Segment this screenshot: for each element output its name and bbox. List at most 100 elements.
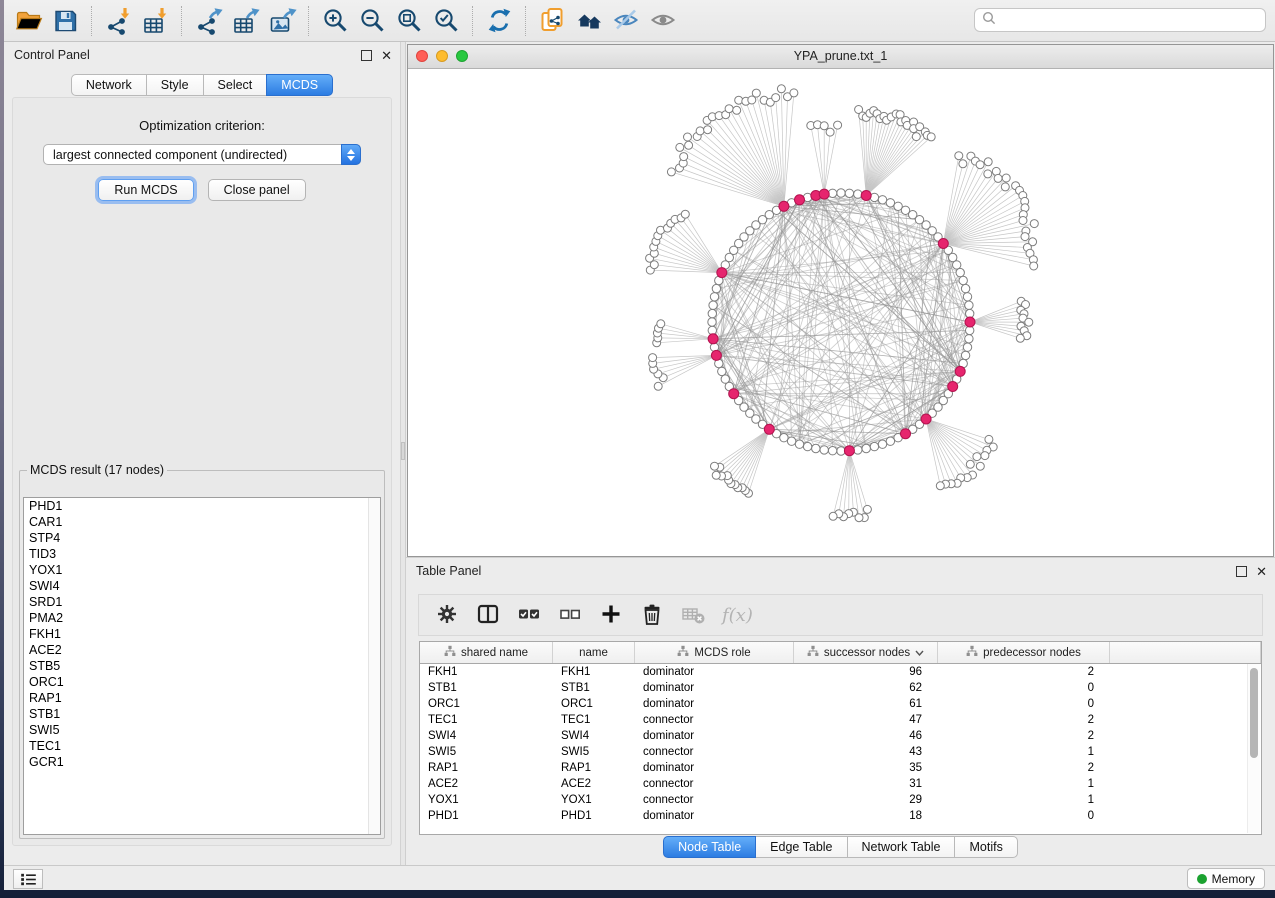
cell-mcds-role[interactable]: dominator [635,808,794,824]
table-row[interactable]: PHD1PHD1dominator180 [420,808,1261,824]
column-header-mcds-role[interactable]: MCDS role [635,642,794,663]
cell-name[interactable]: TEC1 [553,712,635,728]
mcds-result-item[interactable]: FKH1 [24,626,380,642]
column-header-predecessor-nodes[interactable]: predecessor nodes [938,642,1110,663]
show-columns-button[interactable] [476,602,500,629]
close-panel-icon[interactable]: ✕ [381,51,392,60]
tab-edge-table[interactable]: Edge Table [755,836,847,858]
open-file-button[interactable] [10,4,47,38]
cell-successor-nodes[interactable]: 18 [794,808,938,824]
cell-mcds-role[interactable]: dominator [635,664,794,680]
cell-predecessor-nodes[interactable]: 1 [938,776,1110,792]
create-column-button[interactable] [599,602,623,629]
column-header-name[interactable]: name [553,642,635,663]
float-panel-icon[interactable] [361,50,372,61]
export-network-button[interactable] [190,4,227,38]
clone-network-button[interactable] [534,4,571,38]
splitter-grip[interactable] [401,442,405,460]
cell-successor-nodes[interactable]: 96 [794,664,938,680]
mcds-result-item[interactable]: GCR1 [24,754,380,770]
delete-columns-button[interactable] [640,602,664,629]
table-row[interactable]: TEC1TEC1connector472 [420,712,1261,728]
mcds-result-item[interactable]: STB5 [24,658,380,674]
mcds-result-item[interactable]: RAP1 [24,690,380,706]
cell-successor-nodes[interactable]: 31 [794,776,938,792]
mcds-result-item[interactable]: ACE2 [24,642,380,658]
column-header-successor-nodes[interactable]: successor nodes [794,642,938,663]
cell-predecessor-nodes[interactable]: 2 [938,712,1110,728]
cell-successor-nodes[interactable]: 29 [794,792,938,808]
mcds-result-item[interactable]: STB1 [24,706,380,722]
cell-predecessor-nodes[interactable]: 2 [938,760,1110,776]
search-input[interactable] [996,10,1265,30]
cell-name[interactable]: YOX1 [553,792,635,808]
table-settings-button[interactable] [435,602,459,629]
table-row[interactable]: FKH1FKH1dominator962 [420,664,1261,680]
zoom-fit-button[interactable] [391,4,428,38]
criterion-select[interactable]: largest connected component (undirected) [43,144,361,165]
cell-shared-name[interactable]: RAP1 [420,760,553,776]
cell-mcds-role[interactable]: dominator [635,696,794,712]
mcds-result-item[interactable]: SWI5 [24,722,380,738]
tab-mcds[interactable]: MCDS [266,74,333,96]
cell-mcds-role[interactable]: connector [635,744,794,760]
cell-predecessor-nodes[interactable]: 0 [938,696,1110,712]
tab-motifs[interactable]: Motifs [954,836,1017,858]
cell-shared-name[interactable]: FKH1 [420,664,553,680]
export-table-button[interactable] [227,4,264,38]
memory-button[interactable]: Memory [1187,868,1265,889]
cell-successor-nodes[interactable]: 43 [794,744,938,760]
column-header-shared-name[interactable]: shared name [420,642,553,663]
run-mcds-button[interactable]: Run MCDS [98,179,193,201]
show-all-button[interactable] [645,4,682,38]
cell-mcds-role[interactable]: connector [635,776,794,792]
cell-shared-name[interactable]: SWI4 [420,728,553,744]
cell-name[interactable]: PHD1 [553,808,635,824]
table-row[interactable]: RAP1RAP1dominator352 [420,760,1261,776]
mcds-result-item[interactable]: TID3 [24,546,380,562]
mcds-result-item[interactable]: PHD1 [24,498,380,514]
table-row[interactable]: STB1STB1dominator620 [420,680,1261,696]
export-image-button[interactable] [264,4,301,38]
cell-name[interactable]: ORC1 [553,696,635,712]
cell-predecessor-nodes[interactable]: 2 [938,664,1110,680]
mcds-result-item[interactable]: STP4 [24,530,380,546]
tab-node-table[interactable]: Node Table [663,836,756,858]
cell-shared-name[interactable]: ACE2 [420,776,553,792]
cell-shared-name[interactable]: SWI5 [420,744,553,760]
cell-name[interactable]: RAP1 [553,760,635,776]
cell-mcds-role[interactable]: dominator [635,760,794,776]
tab-select[interactable]: Select [203,74,268,96]
table-row[interactable]: ACE2ACE2connector311 [420,776,1261,792]
mcds-result-item[interactable]: SRD1 [24,594,380,610]
table-row[interactable]: SWI5SWI5connector431 [420,744,1261,760]
first-neighbors-button[interactable] [571,4,608,38]
mcds-result-item[interactable]: CAR1 [24,514,380,530]
table-scrollbar-thumb[interactable] [1250,668,1258,758]
tab-network[interactable]: Network [71,74,147,96]
cell-successor-nodes[interactable]: 35 [794,760,938,776]
cell-mcds-role[interactable]: connector [635,792,794,808]
cell-predecessor-nodes[interactable]: 0 [938,680,1110,696]
float-table-panel-icon[interactable] [1236,566,1247,577]
cell-name[interactable]: SWI5 [553,744,635,760]
close-table-panel-icon[interactable]: ✕ [1256,567,1267,576]
cell-mcds-role[interactable]: dominator [635,728,794,744]
deselect-all-rows-button[interactable] [558,602,582,629]
task-history-button[interactable] [13,869,43,889]
save-session-button[interactable] [47,4,84,38]
cell-shared-name[interactable]: YOX1 [420,792,553,808]
mcds-result-item[interactable]: TEC1 [24,738,380,754]
cell-shared-name[interactable]: STB1 [420,680,553,696]
mcds-result-item[interactable]: ORC1 [24,674,380,690]
cell-predecessor-nodes[interactable]: 1 [938,744,1110,760]
select-all-rows-button[interactable] [517,602,541,629]
cell-predecessor-nodes[interactable]: 0 [938,808,1110,824]
cell-shared-name[interactable]: PHD1 [420,808,553,824]
cell-shared-name[interactable]: ORC1 [420,696,553,712]
cell-shared-name[interactable]: TEC1 [420,712,553,728]
zoom-in-button[interactable] [317,4,354,38]
network-canvas[interactable] [408,68,1273,556]
tab-network-table[interactable]: Network Table [847,836,956,858]
mcds-result-item[interactable]: YOX1 [24,562,380,578]
